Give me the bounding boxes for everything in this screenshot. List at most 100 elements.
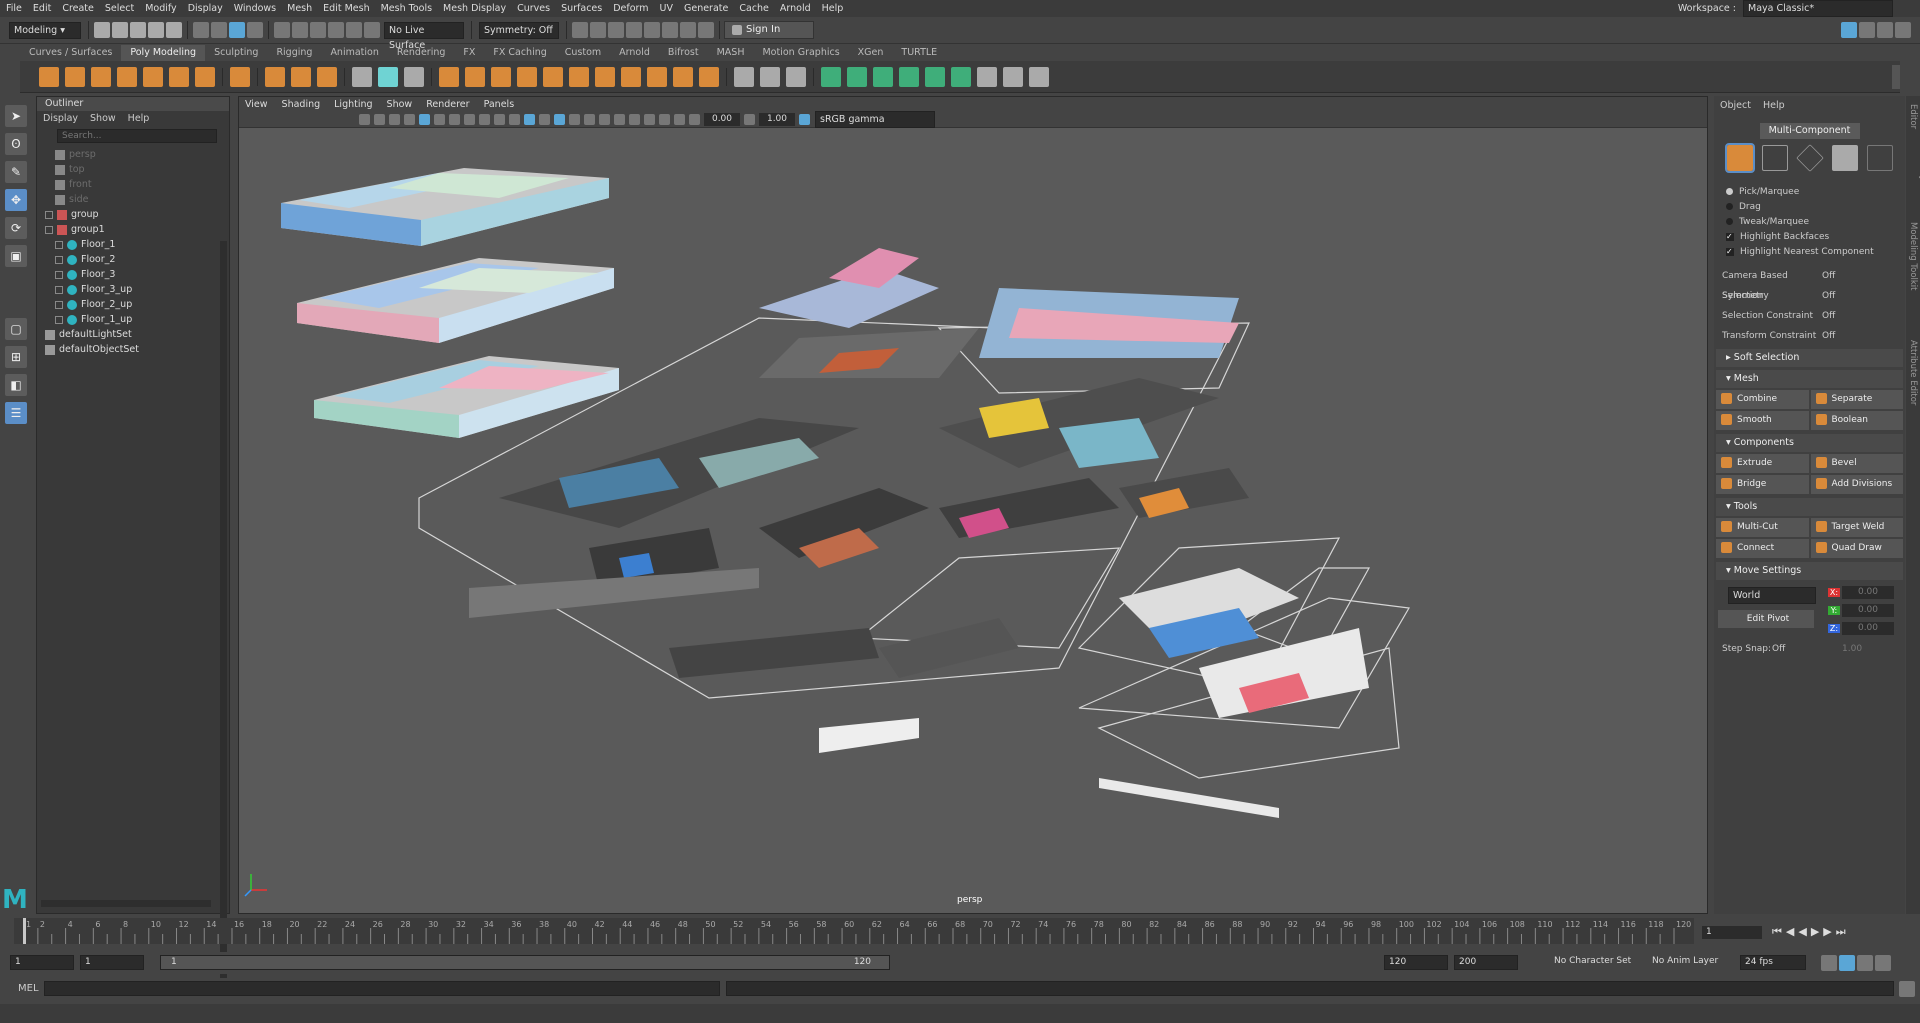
- pick-option[interactable]: Drag: [1714, 200, 1905, 215]
- shelf-tab-rendering[interactable]: Rendering: [388, 45, 455, 61]
- menu-set-dropdown[interactable]: Modeling ▾: [9, 21, 81, 39]
- field-chart-icon[interactable]: [479, 113, 490, 125]
- expand-icon[interactable]: [55, 285, 63, 294]
- snap-point-icon[interactable]: [310, 22, 326, 38]
- step-snap-value[interactable]: Off: [1772, 639, 1842, 659]
- select-hierarchy-icon[interactable]: [193, 22, 209, 38]
- camera-attributes-icon[interactable]: [374, 113, 385, 125]
- fps-dropdown[interactable]: 24 fps: [1740, 955, 1806, 970]
- workspace-dropdown[interactable]: Maya Classic*: [1743, 0, 1893, 17]
- symmetry-dropdown[interactable]: Symmetry: Off: [479, 21, 559, 39]
- command-language-label[interactable]: MEL: [18, 983, 39, 994]
- setting-value[interactable]: Off: [1822, 306, 1835, 326]
- poly-cylinder-icon[interactable]: [91, 66, 111, 87]
- grid-icon[interactable]: [419, 113, 430, 125]
- toolkit-menu-help[interactable]: Help: [1763, 100, 1785, 111]
- sign-in-button[interactable]: Sign In: [724, 21, 814, 39]
- camera-select-icon[interactable]: [359, 113, 370, 125]
- shelf-tab-rigging[interactable]: Rigging: [267, 45, 321, 61]
- animation-prefs-icon[interactable]: [1857, 955, 1873, 971]
- setting-value[interactable]: Off: [1822, 266, 1835, 286]
- multi-cut-button[interactable]: Multi-Cut: [1716, 518, 1809, 537]
- bookmark-icon[interactable]: [389, 113, 400, 125]
- svg-icon[interactable]: [317, 66, 337, 87]
- smooth-icon[interactable]: [491, 66, 511, 87]
- connect-button[interactable]: Connect: [1716, 539, 1809, 558]
- shelf-tab-motion-graphics[interactable]: Motion Graphics: [753, 45, 848, 61]
- hypershade-icon[interactable]: [644, 22, 660, 38]
- spherical-map-icon[interactable]: [873, 66, 893, 87]
- append-polygon-icon[interactable]: [673, 66, 693, 87]
- sound-icon[interactable]: [1875, 955, 1891, 971]
- menu-mesh-tools[interactable]: Mesh Tools: [381, 3, 432, 14]
- outliner-item[interactable]: front: [37, 177, 229, 192]
- bridge-button[interactable]: Bridge: [1716, 475, 1809, 494]
- resolution-gate-icon[interactable]: [449, 113, 460, 125]
- highlight-option[interactable]: ✓ Highlight Backfaces: [1714, 230, 1905, 245]
- side-tab-modeling-toolkit[interactable]: Modeling Toolkit: [1908, 222, 1918, 332]
- motion-blur-icon[interactable]: [614, 113, 625, 125]
- quad-draw-button[interactable]: Quad Draw: [1810, 539, 1903, 558]
- animation-end-field[interactable]: 200: [1454, 955, 1518, 970]
- toolkit-menu-object[interactable]: Object: [1720, 100, 1751, 111]
- expand-icon[interactable]: [55, 300, 63, 309]
- script-editor-icon[interactable]: [1899, 981, 1915, 997]
- shelf-tab-arnold[interactable]: Arnold: [610, 45, 659, 61]
- current-time-marker[interactable]: [23, 918, 26, 944]
- outliner-item[interactable]: top: [37, 162, 229, 177]
- exposure-icon[interactable]: [689, 113, 700, 125]
- radio-icon[interactable]: [1726, 203, 1733, 210]
- bevel-icon[interactable]: [621, 66, 641, 87]
- default-material-icon[interactable]: [539, 113, 550, 125]
- gamma-icon[interactable]: [744, 113, 755, 125]
- menu-cache[interactable]: Cache: [739, 3, 769, 14]
- menu-edit-mesh[interactable]: Edit Mesh: [323, 3, 369, 14]
- shelf-tab-bifrost[interactable]: Bifrost: [659, 45, 708, 61]
- smooth-shade-icon[interactable]: [524, 113, 535, 125]
- outliner-scrollbar[interactable]: [220, 241, 227, 981]
- tools-section-header[interactable]: ▾ Tools: [1716, 498, 1903, 516]
- shelf-tab-poly-modeling[interactable]: Poly Modeling: [121, 45, 206, 61]
- viewport-menu-view[interactable]: View: [245, 99, 268, 110]
- outliner-item[interactable]: defaultLightSet: [37, 327, 229, 342]
- menu-windows[interactable]: Windows: [234, 3, 276, 14]
- paint-select-tool-icon[interactable]: ✎: [5, 161, 27, 183]
- poly-cube-icon[interactable]: [65, 66, 85, 87]
- menu-edit[interactable]: Edit: [33, 3, 51, 14]
- move-settings-header[interactable]: ▾ Move Settings: [1716, 562, 1903, 580]
- viewport-menu-show[interactable]: Show: [387, 99, 413, 110]
- scene-view[interactable]: [239, 128, 1707, 913]
- ambient-occlusion-icon[interactable]: [599, 113, 610, 125]
- poly-plane-icon[interactable]: [169, 66, 189, 87]
- shelf-tab-animation[interactable]: Animation: [321, 45, 387, 61]
- cylindrical-map-icon[interactable]: [847, 66, 867, 87]
- move-x-field[interactable]: 0.00: [1842, 585, 1894, 599]
- viewport-menu-shading[interactable]: Shading: [282, 99, 321, 110]
- shelf-tab-turtle[interactable]: TURTLE: [892, 45, 946, 61]
- auto-key-icon[interactable]: [1839, 955, 1855, 971]
- command-input[interactable]: [44, 981, 720, 996]
- image-plane-icon[interactable]: [404, 113, 415, 125]
- poly-torus-icon[interactable]: [143, 66, 163, 87]
- fill-hole-icon[interactable]: [647, 66, 667, 87]
- menu-select[interactable]: Select: [105, 3, 134, 14]
- modeling-toolkit-icon[interactable]: [352, 66, 372, 87]
- uv-mode-icon[interactable]: [1866, 145, 1893, 171]
- snap-plane-icon[interactable]: [328, 22, 344, 38]
- single-perspective-layout-icon[interactable]: ▢: [5, 318, 27, 340]
- viewport-menu-renderer[interactable]: Renderer: [426, 99, 469, 110]
- shelf-tab-xgen[interactable]: XGen: [849, 45, 893, 61]
- mirror-icon[interactable]: [543, 66, 563, 87]
- checkbox-icon[interactable]: ✓: [1726, 247, 1734, 256]
- radio-icon[interactable]: [1726, 218, 1733, 225]
- menu-mesh[interactable]: Mesh: [287, 3, 312, 14]
- object-mode-icon[interactable]: [1724, 143, 1755, 173]
- automatic-map-icon[interactable]: [899, 66, 919, 87]
- playback-buttons-icon[interactable]: ⏮◀◀▶▶⏭: [1772, 925, 1850, 939]
- menu-arnold[interactable]: Arnold: [780, 3, 811, 14]
- poly-cone-icon[interactable]: [117, 66, 137, 87]
- add-divisions-button[interactable]: Add Divisions: [1810, 475, 1903, 494]
- colorspace-dropdown[interactable]: sRGB gamma: [815, 110, 935, 128]
- toggle-attribute-editor-icon[interactable]: [1859, 22, 1875, 38]
- outliner-item[interactable]: Floor_2_up: [37, 297, 229, 312]
